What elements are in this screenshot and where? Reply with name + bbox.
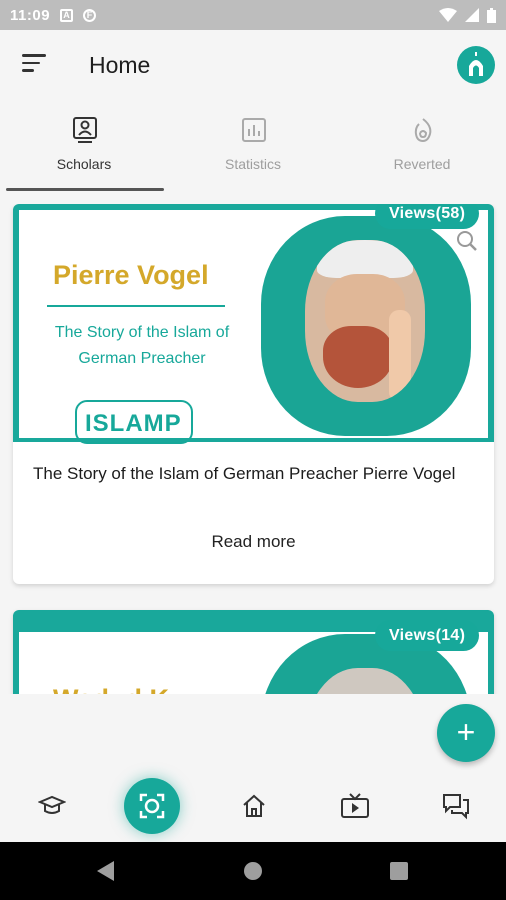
tab-label: Reverted [393, 156, 451, 172]
nav-education[interactable] [37, 792, 68, 822]
views-badge: Views(14) [375, 620, 480, 651]
home-icon [243, 794, 265, 817]
wifi-icon [439, 8, 457, 22]
status-time: 11:09 [10, 6, 51, 24]
menu-line [22, 54, 46, 57]
home-circle-icon[interactable] [244, 862, 262, 880]
mosque-icon [469, 52, 483, 76]
chat-icon [443, 794, 469, 820]
views-badge: Views(58) [375, 204, 480, 229]
menu-button[interactable] [22, 54, 48, 76]
card-banner[interactable]: Wadud K... Views(14) [13, 610, 494, 694]
notification-a-icon: A [60, 8, 74, 22]
reverted-icon [414, 118, 432, 143]
nav-scan[interactable] [124, 778, 180, 834]
notification-f-icon: F [83, 8, 97, 22]
status-icons [439, 7, 496, 23]
scholar-icon [73, 117, 97, 143]
card-banner[interactable]: Pierre Vogel The Story of the Islam of G… [13, 204, 494, 444]
add-button[interactable]: + [437, 704, 495, 762]
portrait-beard [323, 326, 393, 388]
battery-icon [487, 7, 496, 23]
bottom-nav [0, 770, 506, 842]
banner-name: Wadud K... [53, 684, 191, 694]
tab-label: Scholars [56, 156, 112, 172]
tab-label: Statistics [224, 156, 281, 172]
statistics-icon [242, 118, 266, 142]
portrait-cap [317, 240, 413, 278]
status-bar: 11:09 A F [0, 0, 506, 30]
tab-indicator [6, 188, 164, 191]
scholar-card[interactable]: Pierre Vogel The Story of the Islam of G… [13, 204, 494, 584]
scholar-card[interactable]: Wadud K... Views(14) [13, 610, 494, 694]
page-title: Home [89, 52, 151, 78]
system-nav-bar [0, 842, 506, 900]
banner-divider [47, 305, 225, 307]
logo-text: ISLAMP [85, 410, 182, 437]
nav-chat[interactable] [442, 792, 472, 822]
recent-apps-icon[interactable] [390, 862, 408, 880]
card-description: The Story of the Islam of German Preache… [33, 464, 456, 483]
banner-subtitle: The Story of the Islam of German Preache… [54, 324, 230, 367]
scan-icon [139, 793, 165, 819]
signal-icon [465, 8, 479, 22]
read-more-button[interactable]: Read more [13, 532, 494, 552]
menu-line [22, 61, 40, 64]
scholar-feed[interactable]: Pierre Vogel The Story of the Islam of G… [0, 204, 506, 694]
app-bar: Home [0, 30, 506, 100]
education-icon [37, 795, 67, 814]
nav-video[interactable] [340, 792, 370, 822]
tab-reverted[interactable]: Reverted [338, 110, 506, 190]
tab-bar: Scholars Statistics Reverted [0, 110, 506, 192]
menu-line [22, 69, 34, 72]
search-icon[interactable] [456, 230, 478, 252]
tab-scholars[interactable]: Scholars [0, 110, 168, 190]
nav-home[interactable] [240, 792, 270, 822]
banner-name: Pierre Vogel [53, 260, 209, 290]
app-logo-icon[interactable] [457, 46, 495, 84]
video-icon [341, 793, 369, 818]
back-icon[interactable] [97, 861, 114, 881]
card-body: The Story of the Islam of German Preache… [13, 442, 494, 489]
islamp-logo: ISLAMP [75, 400, 193, 444]
scholar-portrait [305, 240, 425, 402]
portrait-hand [389, 310, 411, 402]
tab-statistics[interactable]: Statistics [169, 110, 337, 190]
